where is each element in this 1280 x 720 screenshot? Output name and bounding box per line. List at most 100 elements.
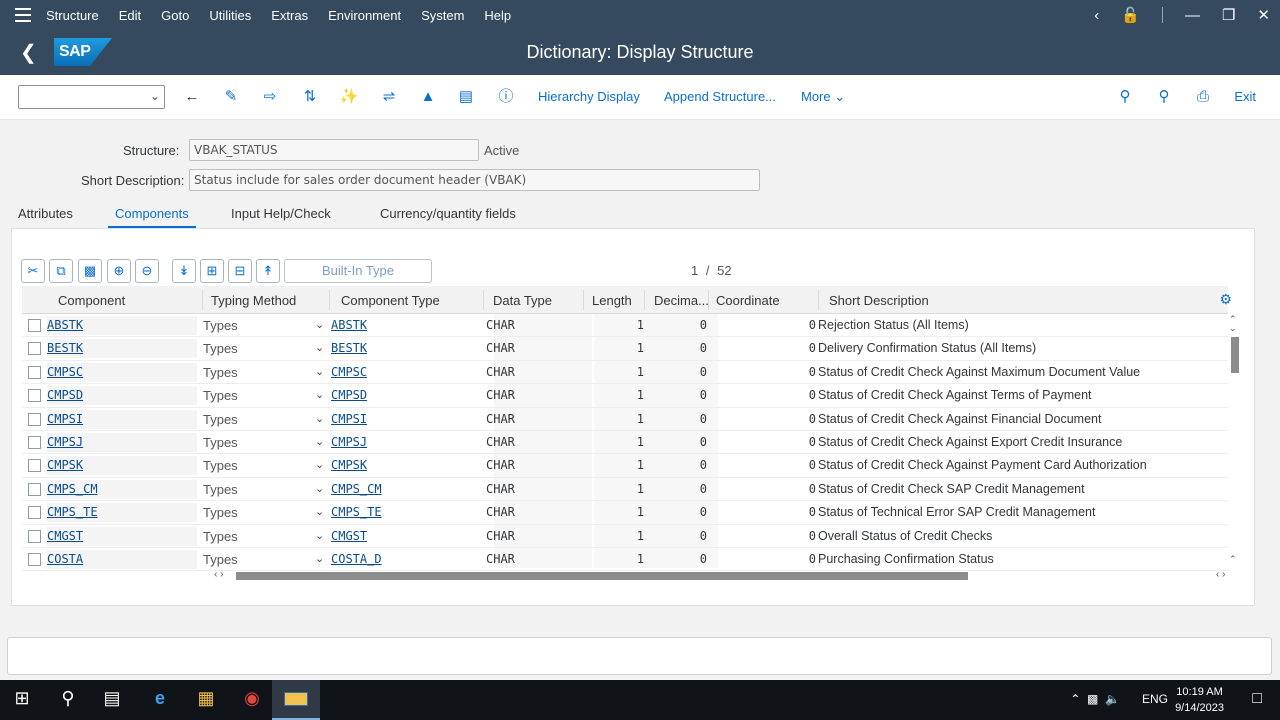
clock[interactable]: 10:19 AM 9/14/2023 xyxy=(1175,684,1224,716)
tab-currency-quantity-fields[interactable]: Currency/quantity fields xyxy=(380,206,516,221)
print-icon[interactable]: ⎙ xyxy=(1193,87,1213,107)
chevron-down-icon[interactable]: ⌄ xyxy=(315,365,324,378)
chevron-down-icon[interactable]: ⌄ xyxy=(315,458,324,471)
search-icon[interactable]: ⚲ xyxy=(1115,87,1135,107)
chevron-down-icon[interactable]: ⌄ xyxy=(150,89,160,103)
column-header-coordinate[interactable]: Coordinate xyxy=(716,293,780,308)
windows-start-icon[interactable]: ⊞ xyxy=(9,688,35,709)
chevron-down-icon[interactable]: ⌄ xyxy=(315,529,324,542)
column-header-short-description[interactable]: Short Description xyxy=(829,293,929,308)
language-indicator[interactable]: ENG xyxy=(1142,692,1168,706)
row-select-checkbox[interactable] xyxy=(28,529,41,543)
row-select-checkbox[interactable] xyxy=(28,482,41,496)
typing-method-cell[interactable]: Types xyxy=(203,505,238,520)
typing-method-cell[interactable]: Types xyxy=(203,435,238,450)
table-row[interactable]: CMPSC Types ⌄ CMPSC CHAR 1 0 0 Status of Credit … xyxy=(22,361,1228,385)
check-icon[interactable]: ⇅ xyxy=(300,87,320,107)
row-select-checkbox[interactable] xyxy=(28,506,41,520)
menu-system[interactable]: System xyxy=(421,8,464,23)
component-cell[interactable]: CMGST xyxy=(47,526,197,546)
component-cell[interactable]: CMPS_CM xyxy=(47,479,197,499)
chevron-down-icon[interactable]: ⌄ xyxy=(315,388,324,401)
table-row[interactable]: CMPSI Types ⌄ CMPSI CHAR 1 0 0 Status of Credit … xyxy=(22,408,1228,431)
horizontal-scrollbar[interactable]: ‹ › ‹ › xyxy=(212,569,1238,581)
component-type-cell[interactable]: CMPSI xyxy=(331,412,367,426)
menu-edit[interactable]: Edit xyxy=(119,8,141,23)
component-type-cell[interactable]: CMPSC xyxy=(331,365,367,379)
typing-method-cell[interactable]: Types xyxy=(203,482,238,497)
other-object-icon[interactable]: ⇨ xyxy=(260,87,280,107)
where-used-icon[interactable]: ⇌ xyxy=(379,87,399,107)
component-cell[interactable]: COSTA xyxy=(47,549,197,569)
menu-environment[interactable]: Environment xyxy=(328,8,401,23)
chevron-down-icon[interactable]: ⌄ xyxy=(315,505,324,518)
component-cell[interactable]: CMPSJ xyxy=(47,432,197,452)
exit-button[interactable]: Exit xyxy=(1234,89,1256,104)
close-icon[interactable]: ✕ xyxy=(1257,6,1270,24)
built-in-type-button[interactable]: Built-In Type xyxy=(284,259,432,283)
task-view-icon[interactable]: ▤ xyxy=(99,688,125,709)
unlock-icon[interactable]: 🔓 xyxy=(1121,6,1140,24)
chevron-down-icon[interactable]: ⌄ xyxy=(315,482,324,495)
table-row[interactable]: CMGST Types ⌄ CMGST CHAR 1 0 0 Overall Status of… xyxy=(22,525,1228,548)
tab-attributes[interactable]: Attributes xyxy=(18,206,73,221)
typing-method-cell[interactable]: Types xyxy=(203,318,238,333)
paste-icon[interactable]: ▩ xyxy=(78,259,102,283)
menu-utilities[interactable]: Utilities xyxy=(209,8,251,23)
typing-method-cell[interactable]: Types xyxy=(203,365,238,380)
layout-icon[interactable]: ▤ xyxy=(456,87,476,107)
row-select-checkbox[interactable] xyxy=(28,365,41,379)
column-header-length[interactable]: Length xyxy=(592,293,632,308)
sap-gui-taskbar-item[interactable] xyxy=(272,680,320,720)
component-cell[interactable]: CMPS_TE xyxy=(47,503,197,523)
column-header-component-type[interactable]: Component Type xyxy=(341,293,440,308)
expand-icon[interactable]: ⊞ xyxy=(200,259,224,283)
restore-icon[interactable]: ❐ xyxy=(1222,6,1235,24)
component-type-cell[interactable]: CMGST xyxy=(331,529,367,543)
table-row[interactable]: CMPSD Types ⌄ CMPSD CHAR 1 0 0 Status of Credit … xyxy=(22,384,1228,408)
append-structure-button[interactable]: Append Structure... xyxy=(664,89,776,104)
chevron-down-icon[interactable]: ⌄ xyxy=(315,318,324,331)
hierarchy-display-button[interactable]: Hierarchy Display xyxy=(538,89,640,104)
row-select-checkbox[interactable] xyxy=(28,319,41,332)
typing-method-cell[interactable]: Types xyxy=(203,529,238,544)
command-field[interactable]: ⌄ xyxy=(18,85,165,109)
minimize-icon[interactable]: — xyxy=(1185,7,1200,24)
table-row[interactable]: ABSTK Types ⌄ ABSTK CHAR 1 0 0 Rejection Status … xyxy=(22,314,1228,338)
row-select-checkbox[interactable] xyxy=(28,435,41,449)
component-cell[interactable]: CMPSI xyxy=(47,409,197,429)
typing-method-cell[interactable]: Types xyxy=(203,341,238,356)
table-row[interactable]: CMPSJ Types ⌄ CMPSJ CHAR 1 0 0 Status of Credit … xyxy=(22,431,1228,455)
activate-icon[interactable]: ✨ xyxy=(339,87,359,107)
edge-browser-icon[interactable]: e xyxy=(147,688,173,709)
hierarchy-icon[interactable]: ▲ xyxy=(418,87,438,107)
menu-help[interactable]: Help xyxy=(484,8,511,23)
table-row[interactable]: CMPS_CM Types ⌄ CMPS_CM CHAR 1 0 0 Status of Cre… xyxy=(22,478,1228,502)
row-select-checkbox[interactable] xyxy=(28,412,41,426)
back-icon[interactable]: ← xyxy=(182,87,202,107)
column-header-data-type[interactable]: Data Type xyxy=(493,293,552,308)
tab-components[interactable]: Components xyxy=(108,206,196,228)
chevron-left-icon[interactable]: ‹ xyxy=(1094,7,1099,24)
typing-method-cell[interactable]: Types xyxy=(203,458,238,473)
display-change-icon[interactable]: ✎ xyxy=(221,87,241,107)
info-icon[interactable]: ⓘ xyxy=(496,87,516,107)
tab-input-help-check[interactable]: Input Help/Check xyxy=(231,206,331,221)
collapse-icon[interactable]: ⊟ xyxy=(228,259,252,283)
typing-method-cell[interactable]: Types xyxy=(203,412,238,427)
column-header-decimals[interactable]: Decima... xyxy=(654,293,709,308)
row-select-checkbox[interactable] xyxy=(28,389,41,403)
copy-icon[interactable]: ⧉ xyxy=(49,259,73,283)
component-type-cell[interactable]: CMPSD xyxy=(331,388,367,402)
component-type-cell[interactable]: BESTK xyxy=(331,341,367,355)
menu-extras[interactable]: Extras xyxy=(271,8,308,23)
settings-gear-icon[interactable]: ⚙ xyxy=(1219,291,1232,308)
horizontal-scroll-thumb[interactable] xyxy=(236,572,968,580)
typing-method-cell[interactable]: Types xyxy=(203,552,238,567)
vertical-scrollbar[interactable]: ⌃ ⌄ ⌃ xyxy=(1228,314,1240,568)
column-header-component[interactable]: Component xyxy=(58,293,125,308)
vertical-scroll-thumb[interactable] xyxy=(1231,337,1239,373)
scroll-right-icon[interactable]: ‹ › xyxy=(1216,569,1225,580)
row-select-checkbox[interactable] xyxy=(28,342,41,356)
component-cell[interactable]: BESTK xyxy=(47,339,197,359)
